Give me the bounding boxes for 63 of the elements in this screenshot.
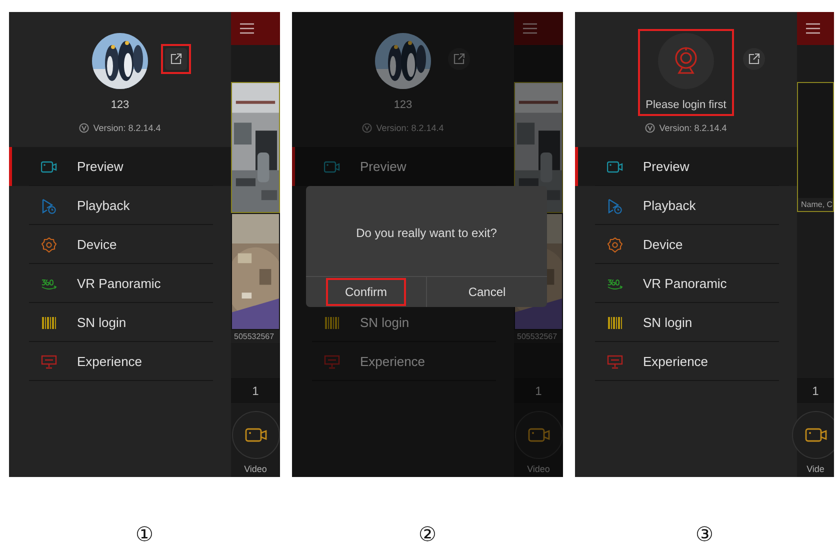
menu-item[interactable]: Device bbox=[575, 225, 797, 264]
menu-item[interactable]: Experience bbox=[292, 342, 514, 381]
page-counter: 1 bbox=[535, 384, 542, 398]
login-prompt[interactable]: Please login first bbox=[646, 99, 726, 111]
channel-label: 505532567 bbox=[231, 330, 280, 343]
menu-item[interactable]: Experience bbox=[9, 342, 231, 381]
camera-icon bbox=[41, 158, 57, 174]
menu-item[interactable]: Preview bbox=[292, 147, 514, 186]
video-label: Video bbox=[527, 464, 550, 474]
user-name: 123 bbox=[394, 99, 412, 111]
video-label: Vide bbox=[806, 464, 824, 474]
menu-icon[interactable] bbox=[806, 23, 820, 34]
presentation-icon bbox=[324, 354, 340, 370]
menu-icon[interactable] bbox=[523, 23, 537, 34]
version-icon bbox=[79, 123, 90, 133]
menu-icon[interactable] bbox=[240, 23, 254, 34]
version-icon bbox=[362, 123, 372, 133]
barcode-icon bbox=[324, 314, 340, 330]
presentation-icon bbox=[607, 354, 623, 370]
video-button[interactable] bbox=[232, 411, 280, 459]
camera-icon bbox=[244, 427, 266, 443]
dialog-message: Do you really want to exit? bbox=[355, 225, 498, 242]
menu-item[interactable]: SN login bbox=[575, 303, 797, 342]
menu-item[interactable]: Playback bbox=[575, 186, 797, 225]
step-number: ② bbox=[418, 523, 436, 547]
menu-item[interactable]: Playback bbox=[9, 186, 231, 225]
menu-item[interactable]: SN login bbox=[9, 303, 231, 342]
camera-icon bbox=[528, 427, 550, 443]
step-number: ③ bbox=[696, 523, 714, 547]
exit-icon bbox=[453, 53, 465, 65]
menu-item[interactable]: VR Panoramic bbox=[575, 264, 797, 303]
menu-item[interactable]: Device bbox=[9, 225, 231, 264]
barcode-icon bbox=[41, 314, 57, 330]
channel-label: Name, C bbox=[798, 198, 833, 211]
play-clock-icon bbox=[607, 198, 623, 214]
presentation-icon bbox=[41, 354, 57, 370]
version-text: Version: 8.2.14.4 bbox=[93, 123, 161, 133]
menu-item[interactable]: Preview bbox=[575, 147, 797, 186]
exit-icon bbox=[170, 53, 182, 65]
menu-item[interactable]: VR Panoramic bbox=[9, 264, 231, 303]
version-text: Version: 8.2.14.4 bbox=[376, 123, 444, 133]
video-frame[interactable]: Name, C bbox=[797, 82, 834, 212]
video-button[interactable] bbox=[514, 411, 562, 459]
menu-item[interactable]: Experience bbox=[575, 342, 797, 381]
logout-button[interactable] bbox=[161, 44, 191, 74]
gear-icon bbox=[607, 236, 623, 252]
camera-icon bbox=[607, 158, 623, 174]
camera-icon bbox=[804, 427, 826, 443]
exit-icon bbox=[748, 53, 760, 65]
version-icon bbox=[645, 123, 656, 133]
dialog-button[interactable]: Cancel bbox=[426, 277, 547, 307]
barcode-icon bbox=[607, 314, 623, 330]
page-counter: 1 bbox=[252, 384, 259, 398]
video-button[interactable] bbox=[792, 411, 834, 459]
video-label: Video bbox=[244, 464, 267, 474]
play-clock-icon bbox=[41, 198, 57, 214]
camera-icon bbox=[324, 158, 340, 174]
page-counter: 1 bbox=[812, 384, 819, 398]
version-text: Version: 8.2.14.4 bbox=[659, 123, 727, 133]
menu-item[interactable]: Preview bbox=[9, 147, 231, 186]
user-name: 123 bbox=[110, 99, 130, 111]
step-number: ① bbox=[136, 523, 154, 547]
gear-icon bbox=[41, 236, 57, 252]
